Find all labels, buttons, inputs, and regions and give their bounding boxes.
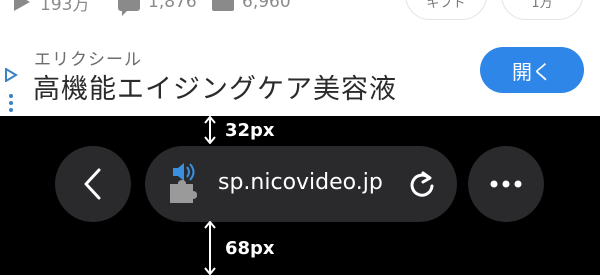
folder-icon <box>212 0 234 11</box>
address-bar[interactable]: sp.nicovideo.jp <box>145 146 457 222</box>
reload-icon[interactable] <box>407 169 437 199</box>
url-text[interactable]: sp.nicovideo.jp <box>218 170 383 195</box>
more-button[interactable] <box>468 146 544 222</box>
gap-label-bottom: 68px <box>225 238 275 259</box>
chevron-left-icon <box>84 168 101 200</box>
gift-button[interactable]: ギフト <box>405 0 487 20</box>
comment-icon <box>118 0 140 16</box>
more-horizontal-icon <box>490 180 522 188</box>
ad-banner[interactable]: エリクシール 高機能エイジングケア美容液 開く <box>0 40 600 116</box>
view-count-value: 193万 <box>40 0 90 15</box>
ad-menu-icon[interactable] <box>9 94 13 115</box>
back-button[interactable] <box>55 146 131 222</box>
comment-count-value: 1,876 <box>148 0 197 12</box>
gap-label-top: 32px <box>225 120 275 141</box>
gift-button-label: ギフト <box>426 0 466 11</box>
adchoices-icon[interactable] <box>4 68 18 82</box>
count-button-label: 1万 <box>531 0 553 11</box>
puzzle-speaker-icon <box>170 163 197 203</box>
play-icon <box>14 0 30 11</box>
ad-headline[interactable]: 高機能エイジングケア美容液 <box>33 67 397 106</box>
view-count: 193万 <box>14 0 90 15</box>
comment-count: 1,876 <box>118 0 197 16</box>
mylist-count: 6,960 <box>212 0 291 12</box>
count-button[interactable]: 1万 <box>501 0 583 20</box>
gap-arrow-bottom <box>204 221 216 275</box>
mylist-count-value: 6,960 <box>242 0 291 12</box>
ad-open-button[interactable]: 開く <box>480 47 584 93</box>
video-stats-bar: 193万 1,876 6,960 ギフト 1万 <box>0 0 600 40</box>
gap-arrow-top <box>204 116 216 144</box>
